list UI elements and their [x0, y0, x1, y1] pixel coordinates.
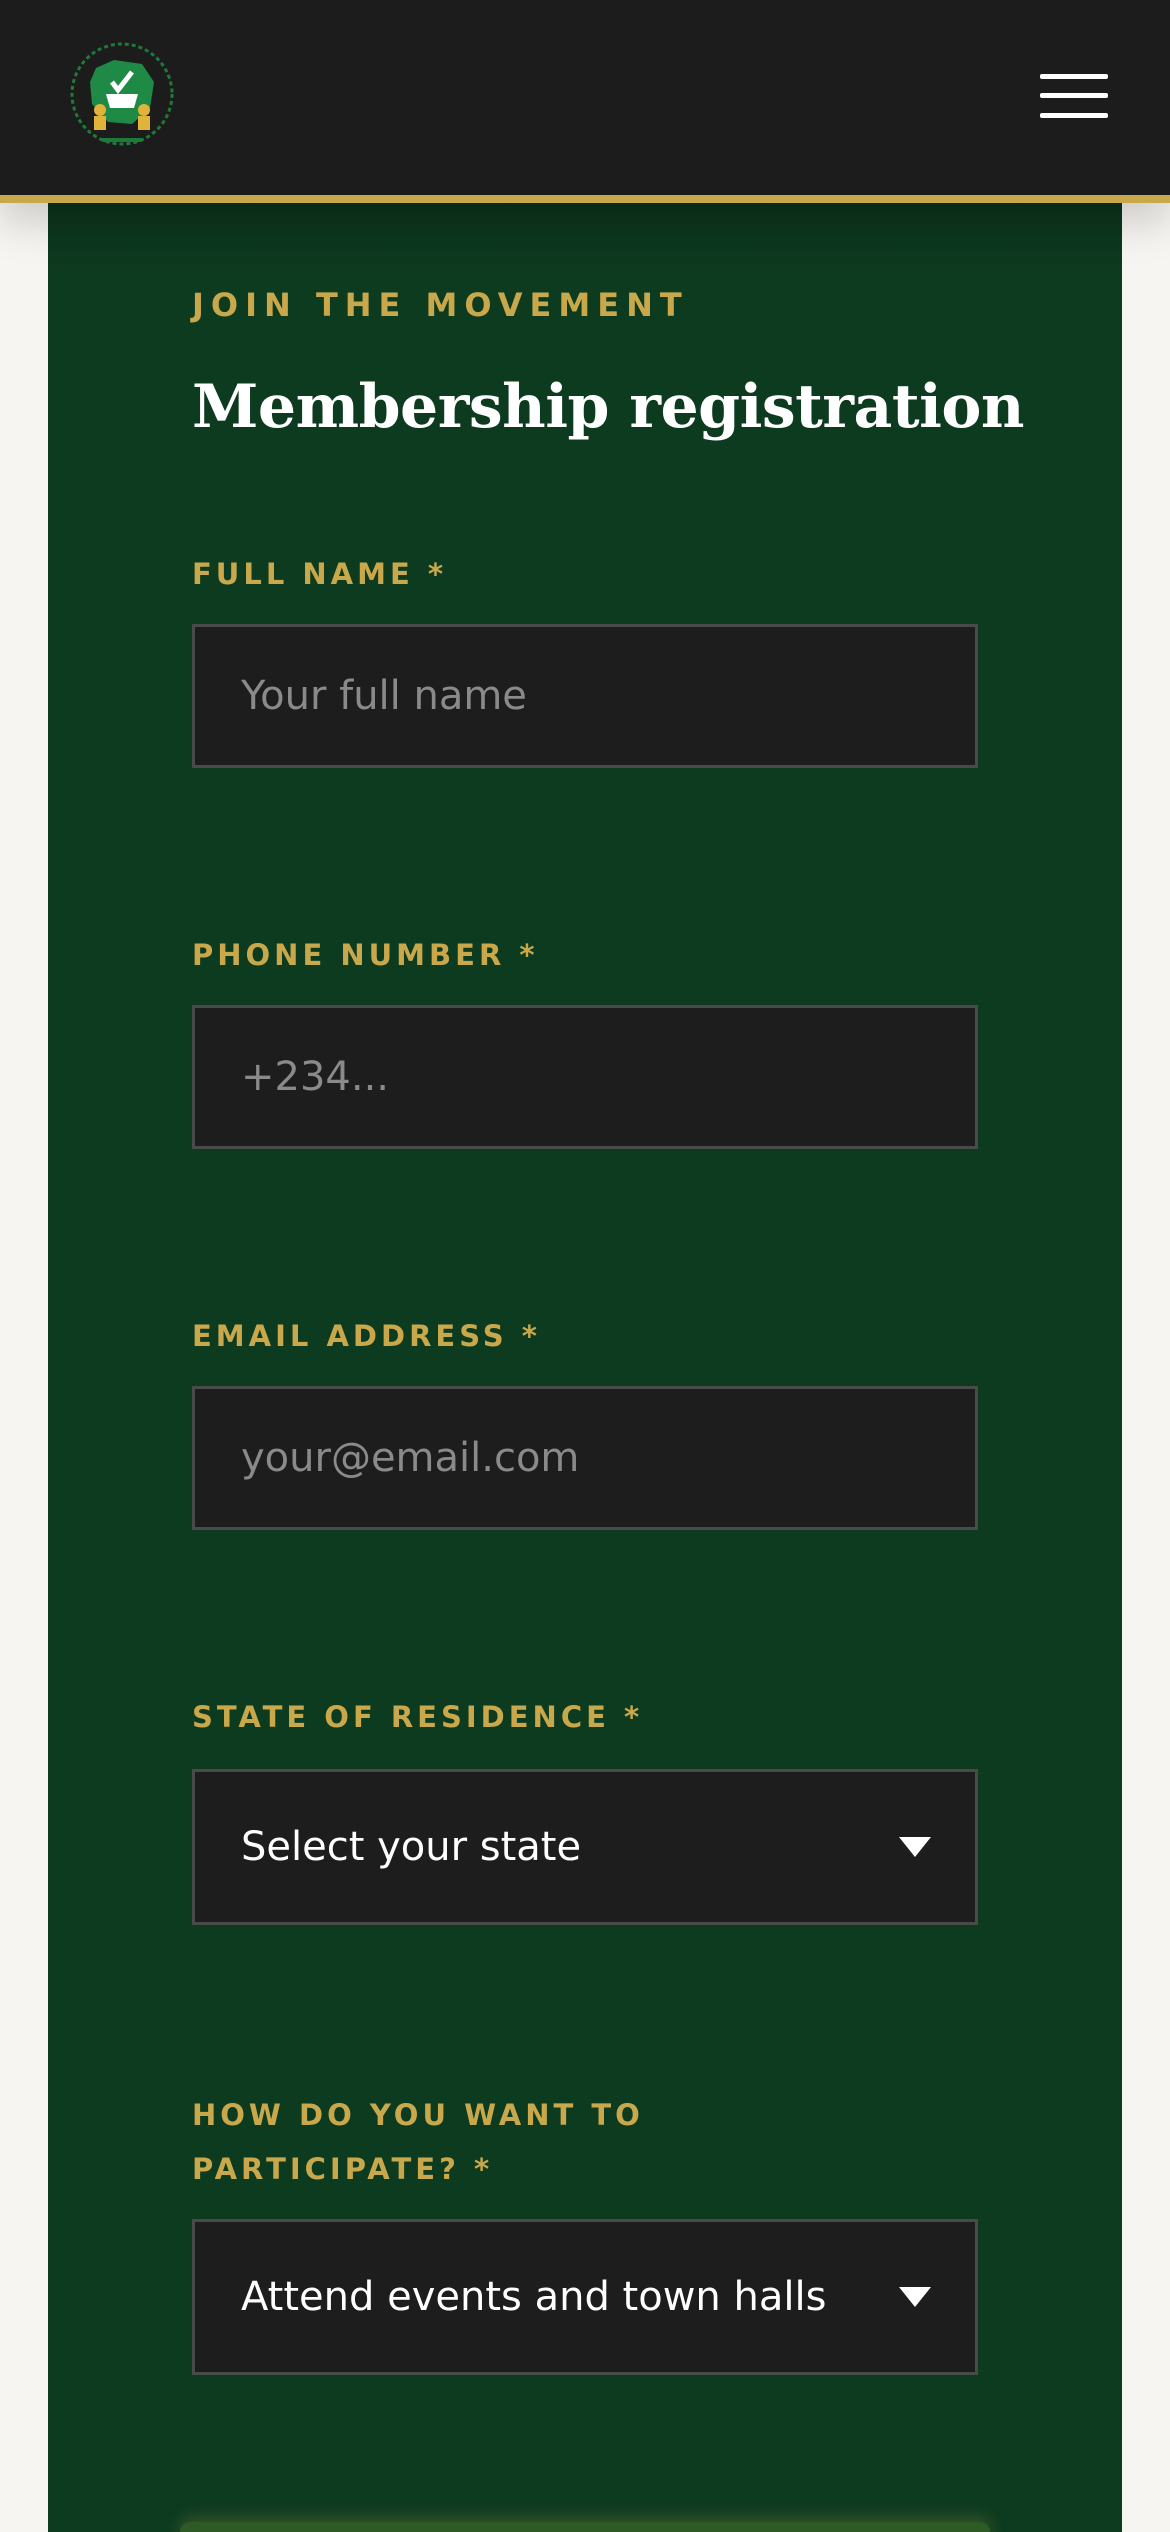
- state-selected-value: Select your state: [241, 1824, 582, 1870]
- participation-select[interactable]: Attend events and town halls: [192, 2219, 978, 2375]
- email-label: EMAIL ADDRESS *: [192, 1319, 541, 1353]
- phone-label: PHONE NUMBER *: [192, 938, 539, 972]
- menu-line: [1040, 93, 1108, 98]
- submit-button-edge[interactable]: [180, 2522, 990, 2532]
- menu-line: [1040, 113, 1108, 118]
- caret-down-icon: [899, 2287, 931, 2307]
- inp-logo[interactable]: [62, 38, 182, 158]
- participation-label: HOW DO YOU WANT TO PARTICIPATE? *: [192, 2098, 644, 2186]
- menu-line: [1040, 74, 1108, 79]
- email-input[interactable]: [192, 1386, 978, 1530]
- participation-selected-value: Attend events and town halls: [241, 2274, 827, 2320]
- hamburger-menu-icon[interactable]: [1040, 70, 1108, 122]
- page-title: Membership registration: [192, 372, 1025, 442]
- caret-down-icon: [899, 1837, 931, 1857]
- site-header: [0, 0, 1170, 203]
- full-name-label: FULL NAME *: [192, 557, 448, 591]
- eyebrow-text: JOIN THE MOVEMENT: [192, 286, 689, 324]
- full-name-input[interactable]: [192, 624, 978, 768]
- phone-input[interactable]: [192, 1005, 978, 1149]
- state-select[interactable]: Select your state: [192, 1769, 978, 1925]
- state-label: STATE OF RESIDENCE *: [192, 1700, 644, 1734]
